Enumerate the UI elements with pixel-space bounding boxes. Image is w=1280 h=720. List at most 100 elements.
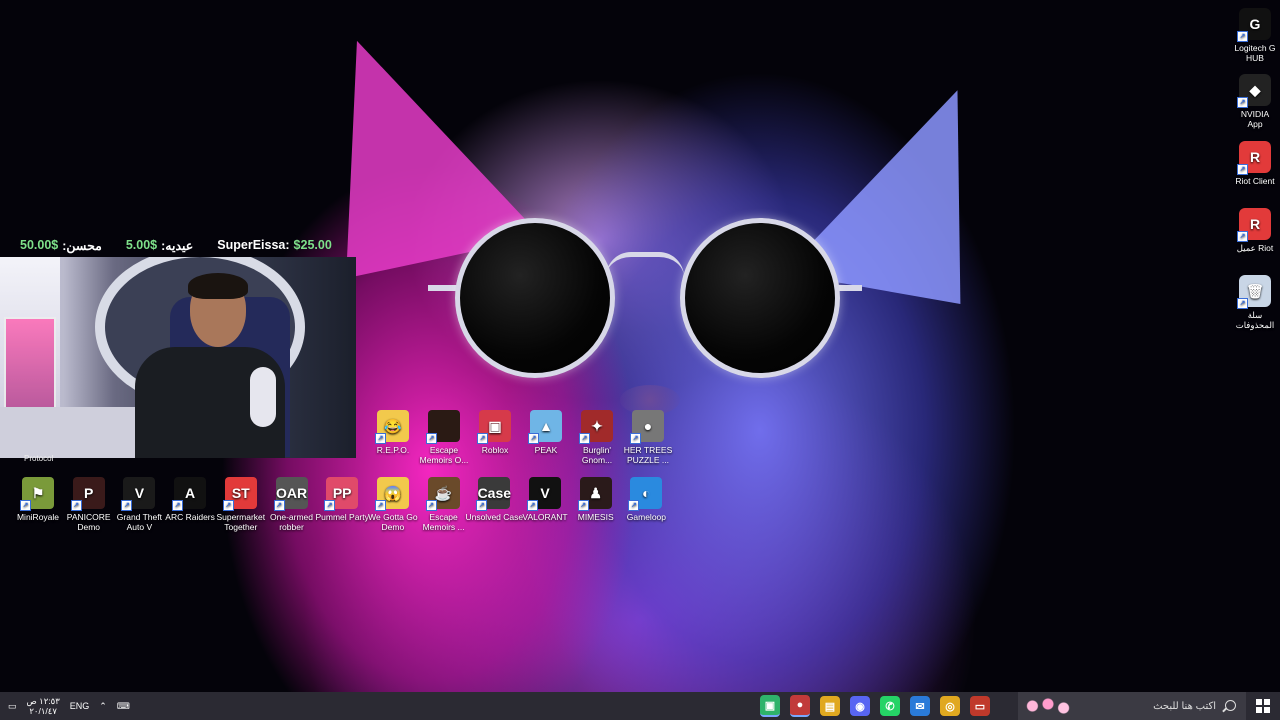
shortcut-arrow-icon: ↗ <box>426 433 437 444</box>
we-gotta-go-icon: 😱 ↗ <box>374 477 409 511</box>
donation-item: SuperEissa: $25.00 <box>217 238 332 256</box>
arc-raiders-icon: A ↗ <box>172 477 207 511</box>
donation-name: :محسن <box>62 239 102 253</box>
shortcut-arrow-icon: ↗ <box>630 433 641 444</box>
burglin-gnomes-icon: ✦ ↗ <box>579 410 613 444</box>
webcam-desk <box>0 407 140 458</box>
windows-logo-pane <box>1256 707 1262 713</box>
clock-date: ٢٠/١/٤٧ <box>29 706 57 716</box>
repo-icon: 😂 ↗ <box>375 410 409 444</box>
miniroyale-icon: ⚑ ↗ <box>20 477 54 511</box>
search-highlight-art <box>1022 696 1074 716</box>
gameloop-icon: ◐ ↗ <box>628 477 663 511</box>
clock-time: ١٢:٥٣ ص <box>26 696 60 706</box>
shortcut-arrow-icon: ↗ <box>527 500 538 511</box>
whatsapp-icon[interactable]: ✆ <box>880 696 900 716</box>
shortcut-arrow-icon: ↗ <box>425 500 437 511</box>
supermarket-together-icon: ST ↗ <box>222 477 257 511</box>
notification-icon[interactable]: ▭ <box>8 701 17 712</box>
webcam-streamer-hair <box>188 273 248 299</box>
shortcut-arrow-icon: ↗ <box>628 500 640 511</box>
desktop-shortcut[interactable]: R ↗ عميل Riot <box>1233 208 1277 253</box>
app-yellow-icon[interactable]: ▤ <box>820 696 840 716</box>
riot-client-ar-icon: R ↗ <box>1237 208 1271 242</box>
shortcut-arrow-icon: ↗ <box>477 433 488 444</box>
desktop-shortcut-label: Riot Client <box>1235 176 1275 186</box>
desktop-shortcut-label: Logitech G HUB <box>1234 43 1276 63</box>
mimesis-icon: ♟ ↗ <box>577 477 612 511</box>
escape-memoirs-icon: ↗ <box>426 410 460 444</box>
donation-item: 5.00$ :عيديه <box>126 238 193 256</box>
logitech-g-hub-icon: G ↗ <box>1237 8 1271 42</box>
app-red-icon[interactable]: ● <box>790 695 810 717</box>
shortcut-arrow-icon: ↗ <box>1237 97 1248 108</box>
shortcut-arrow-icon: ↗ <box>324 500 336 511</box>
search-box[interactable]: اكتب هنا للبحث <box>1018 692 1246 720</box>
outlook-icon[interactable]: ✉ <box>910 696 930 716</box>
peak-icon: ▲ ↗ <box>528 410 562 444</box>
chevron-up-icon[interactable]: ⌃ <box>99 701 107 712</box>
desktop-shortcut-label: سلة المحذوفات <box>1235 310 1275 330</box>
shortcut-arrow-icon: ↗ <box>579 433 590 444</box>
desktop-shortcut[interactable]: R ↗ Riot Client <box>1233 141 1277 186</box>
discord-icon[interactable]: ◉ <box>850 696 870 716</box>
desktop-shortcut[interactable]: ● ↗ HER TREES PUZZLE ... <box>618 410 678 465</box>
donation-name: :عيديه <box>161 239 194 253</box>
app-green-icon[interactable]: ▣ <box>760 695 780 717</box>
windows-logo-pane <box>1264 699 1270 705</box>
donation-amount: $25.00 <box>293 238 332 252</box>
pummel-party-icon: PP ↗ <box>324 477 359 511</box>
one-armed-robber-icon: OAR ↗ <box>273 477 308 511</box>
keyboard-icon[interactable]: ⌨ <box>117 701 130 712</box>
shortcut-arrow-icon: ↗ <box>528 433 539 444</box>
shortcut-arrow-icon: ↗ <box>222 500 234 511</box>
app-badge-icon[interactable]: ▭ <box>970 696 990 716</box>
search-placeholder: اكتب هنا للبحث <box>1153 700 1216 712</box>
shortcut-arrow-icon: ↗ <box>70 500 82 511</box>
webcam-pc-case <box>4 317 56 416</box>
desktop-shortcut[interactable]: ◆ ↗ NVIDIA App <box>1233 74 1277 129</box>
recycle-bin-icon: 🗑 ↗ <box>1237 275 1271 309</box>
desktop-shortcut-label: عميل Riot <box>1236 243 1274 253</box>
her-trees-puzzle-icon: ● ↗ <box>630 410 664 444</box>
riot-client-icon: R ↗ <box>1237 141 1271 175</box>
system-tray: ▭ ١٢:٥٣ ص ٢٠/١/٤٧ ENG ⌃ ⌨ <box>8 692 130 720</box>
escape-memoirs-2-icon: ☕ ↗ <box>425 477 460 511</box>
shortcut-arrow-icon: ↗ <box>20 500 31 511</box>
valorant-icon: V ↗ <box>527 477 561 511</box>
webcam-partial-label: Protocol <box>24 454 54 463</box>
desktop-shortcut[interactable]: G ↗ Logitech G HUB <box>1233 8 1277 63</box>
desktop-shortcut[interactable]: ◐ ↗ Gameloop <box>616 477 676 522</box>
start-button[interactable] <box>1256 699 1270 713</box>
desktop-shortcut-label: HER TREES PUZZLE ... <box>623 445 673 465</box>
windows-logo-pane <box>1264 707 1270 713</box>
donation-name: SuperEissa: <box>217 238 290 252</box>
shortcut-arrow-icon: ↗ <box>121 500 133 511</box>
panicore-icon: P ↗ <box>70 477 105 511</box>
shortcut-arrow-icon: ↗ <box>476 500 488 511</box>
taskbar-apps: ▣ ● ▤ ◉ ✆ ✉ ◎ ▭ <box>760 692 990 720</box>
language-indicator[interactable]: ENG <box>70 701 90 711</box>
shortcut-arrow-icon: ↗ <box>374 500 386 511</box>
chrome-icon[interactable]: ◎ <box>940 696 960 716</box>
search-icon <box>1225 700 1236 711</box>
donation-amount: 50.00$ <box>20 238 59 252</box>
desktop-shortcut-label: Gameloop <box>626 512 666 522</box>
glasses-lens-right <box>680 218 840 378</box>
clock[interactable]: ١٢:٥٣ ص ٢٠/١/٤٧ <box>27 696 60 716</box>
webcam-microphone <box>250 367 276 427</box>
shortcut-arrow-icon: ↗ <box>375 433 386 444</box>
donation-item: 50.00$ :محسن <box>20 238 102 256</box>
roblox-icon: ▣ ↗ <box>477 410 511 444</box>
desktop-shortcut-label: NVIDIA App <box>1240 109 1270 129</box>
windows-logo-pane <box>1256 699 1262 705</box>
glasses-lens-left <box>455 218 615 378</box>
shortcut-arrow-icon: ↗ <box>273 500 285 511</box>
glasses-bridge <box>606 252 684 277</box>
shortcut-arrow-icon: ↗ <box>172 500 184 511</box>
webcam-overlay <box>0 257 356 458</box>
unsolved-case-icon: Case ↗ <box>476 477 511 511</box>
gta-v-icon: V ↗ <box>121 477 156 511</box>
shortcut-arrow-icon: ↗ <box>1237 164 1248 175</box>
desktop-shortcut[interactable]: 🗑 ↗ سلة المحذوفات <box>1233 275 1277 330</box>
